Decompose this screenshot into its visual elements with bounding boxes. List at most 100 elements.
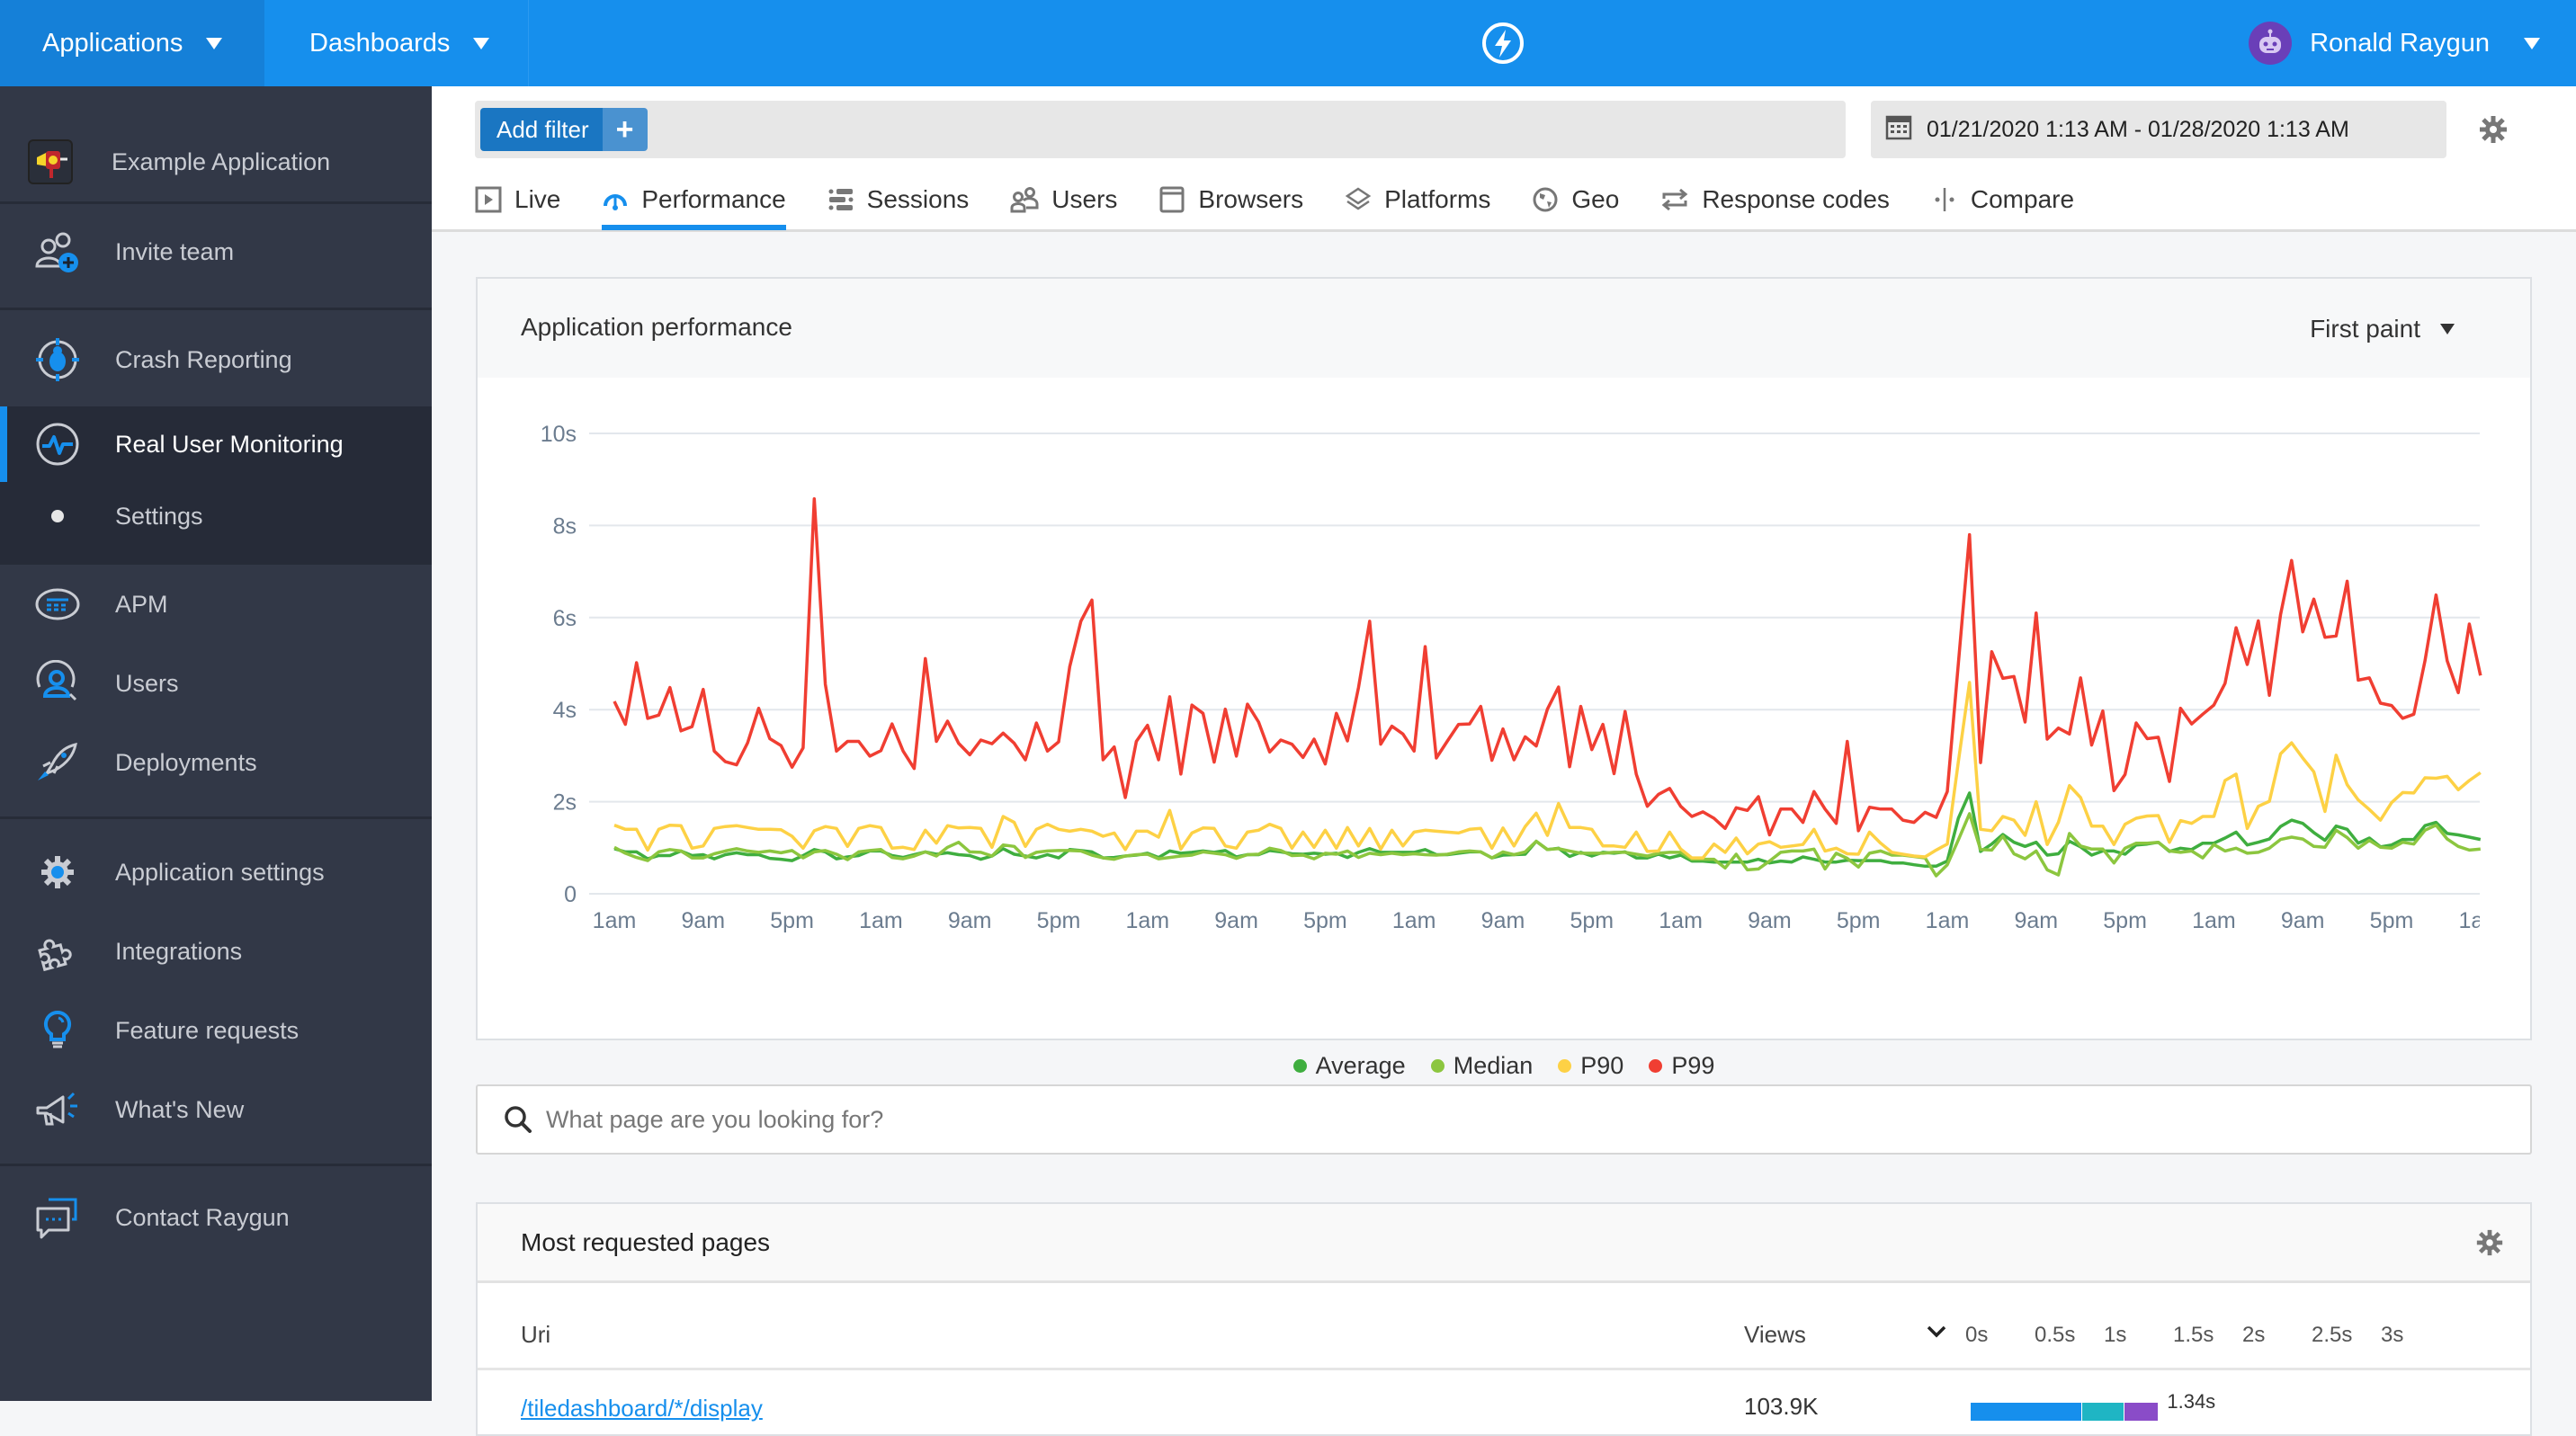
add-filter-button[interactable]: Add filter + <box>480 108 648 151</box>
sidebar-item-label: Feature requests <box>115 1016 300 1044</box>
chat-icon <box>34 1194 81 1241</box>
legend-dot-icon <box>1649 1059 1663 1073</box>
sidebar-item-contact-raygun[interactable]: Contact Raygun <box>0 1185 432 1250</box>
legend-item-p90[interactable]: P90 <box>1558 1052 1623 1080</box>
filter-bar[interactable]: Add filter + <box>475 101 1846 158</box>
chevron-down-icon <box>473 37 490 49</box>
globe-icon <box>1532 186 1559 213</box>
page-uri-link[interactable]: /tiledashboard/*/display <box>521 1395 763 1423</box>
sidebar-item-users[interactable]: Users <box>0 651 432 716</box>
user-menu[interactable]: Ronald Raygun <box>2249 0 2576 86</box>
x-tick-label: 9am <box>2014 908 2058 933</box>
sidebar-item-label: APM <box>115 590 168 618</box>
sidebar-item-label: Contact Raygun <box>115 1203 290 1231</box>
sidebar-item-label: Users <box>115 669 179 697</box>
tab-label: Response codes <box>1702 185 1890 213</box>
sidebar-item-deployments[interactable]: Deployments <box>0 730 432 795</box>
tab-label: Geo <box>1571 185 1620 213</box>
x-tick-label: 5pm <box>2370 908 2414 933</box>
tab-label: Users <box>1051 185 1118 213</box>
tab-live[interactable]: Live <box>475 173 560 227</box>
top-bar: Applications Dashboards Ronald Raygun <box>0 0 2576 86</box>
tab-users[interactable]: Users <box>1010 173 1117 227</box>
crash-reporting-icon <box>34 336 81 383</box>
y-tick-label: 6s <box>553 606 577 631</box>
sidebar-item-rum-settings[interactable]: Settings <box>0 487 432 545</box>
tab-label: Sessions <box>866 185 970 213</box>
x-tick-label: 9am <box>1481 908 1525 933</box>
tab-platforms[interactable]: Platforms <box>1345 173 1490 227</box>
chart-legend: Average Median P90 P99 <box>478 1052 2530 1080</box>
tab-label: Browsers <box>1198 185 1304 213</box>
column-header-views[interactable]: Views <box>1744 1321 1806 1349</box>
x-tick-label: 9am <box>1748 908 1792 933</box>
tab-response-codes[interactable]: Response codes <box>1660 173 1890 227</box>
sidebar-app-selector[interactable]: Example Application <box>0 129 432 194</box>
timing-axis-tick: 1.5s <box>2173 1323 2214 1347</box>
arrows-swap-icon <box>1660 186 1689 213</box>
panel-title: Most requested pages <box>521 1228 771 1256</box>
dashboards-menu[interactable]: Dashboards <box>264 0 529 86</box>
performance-chart: 0 2s 4s 6s 8s 10s 1am 9am 5pm 1am 9am 5pm 1am 9am 5pm 1… <box>541 422 2482 933</box>
x-tick-label: 5pm <box>1303 908 1347 933</box>
sidebar: Example Application Invite team Crash Re… <box>0 86 432 1401</box>
date-range-picker[interactable]: 01/21/2020 1:13 AM - 01/28/2020 1:13 AM <box>1871 101 2446 158</box>
tab-sessions[interactable]: Sessions <box>827 173 970 227</box>
y-tick-label: 2s <box>553 790 577 816</box>
x-tick-label: 9am <box>948 908 992 933</box>
tab-browsers[interactable]: Browsers <box>1158 173 1303 227</box>
x-tick-label: 9am <box>2281 908 2325 933</box>
legend-item-p99[interactable]: P99 <box>1649 1052 1714 1080</box>
page-search-input[interactable] <box>546 1105 2345 1134</box>
legend-dot-icon <box>1558 1059 1572 1073</box>
gear-icon <box>2480 116 2507 143</box>
sort-chevron-icon[interactable] <box>1926 1319 1947 1347</box>
panel-header: Most requested pages <box>478 1204 2530 1283</box>
applications-menu[interactable]: Applications <box>0 0 264 86</box>
page-settings-button[interactable] <box>2477 113 2509 150</box>
users-icon <box>34 660 81 707</box>
gauge-icon <box>602 186 629 213</box>
y-tick-label: 0 <box>564 882 577 907</box>
raygun-bolt-icon[interactable] <box>1481 22 1525 65</box>
gear-icon <box>34 849 81 896</box>
legend-label: Average <box>1315 1052 1406 1079</box>
browser-window-icon <box>1158 186 1185 213</box>
puzzle-icon <box>34 928 81 975</box>
tab-compare[interactable]: Compare <box>1931 173 2074 227</box>
plus-icon: + <box>602 108 648 151</box>
sidebar-divider <box>0 816 432 819</box>
sidebar-item-feature-requests[interactable]: Feature requests <box>0 998 432 1063</box>
sidebar-item-integrations[interactable]: Integrations <box>0 919 432 984</box>
sidebar-item-real-user-monitoring[interactable]: Real User Monitoring <box>0 412 432 477</box>
dashboards-label: Dashboards <box>309 28 451 58</box>
apm-icon <box>34 581 81 628</box>
sidebar-item-whats-new[interactable]: What's New <box>0 1077 432 1142</box>
sidebar-item-label: Settings <box>115 502 203 530</box>
sidebar-item-application-settings[interactable]: Application settings <box>0 840 432 905</box>
tab-performance[interactable]: Performance <box>602 173 786 230</box>
sidebar-item-apm[interactable]: APM <box>0 572 432 637</box>
panel-settings-button[interactable] <box>2474 1227 2505 1262</box>
timing-total-label: 1.34s <box>2167 1390 2216 1413</box>
play-icon <box>475 186 502 213</box>
legend-label: P90 <box>1580 1052 1624 1079</box>
sidebar-divider <box>0 308 432 310</box>
x-tick-label: 1am <box>1392 908 1436 933</box>
application-performance-panel: Application performance First paint 0 2s 4… <box>476 277 2532 1079</box>
sidebar-item-label: What's New <box>115 1095 245 1123</box>
x-tick-label: 1am <box>859 908 903 933</box>
column-header-uri[interactable]: Uri <box>521 1321 550 1349</box>
x-tick-label: 9am <box>681 908 725 933</box>
search-icon <box>503 1104 533 1135</box>
sessions-icon <box>827 186 854 213</box>
timing-bar-segment <box>1971 1403 2082 1421</box>
tab-geo[interactable]: Geo <box>1532 173 1619 227</box>
x-tick-label: 5pm <box>1837 908 1881 933</box>
legend-item-average[interactable]: Average <box>1292 1052 1406 1080</box>
sidebar-item-invite-team[interactable]: Invite team <box>0 219 432 284</box>
main-content: Add filter + 01/21/2020 1:13 AM - 01/28/… <box>432 86 2576 1436</box>
x-tick-label: 5pm <box>1570 908 1614 933</box>
legend-item-median[interactable]: Median <box>1430 1052 1533 1080</box>
sidebar-item-crash-reporting[interactable]: Crash Reporting <box>0 327 432 392</box>
